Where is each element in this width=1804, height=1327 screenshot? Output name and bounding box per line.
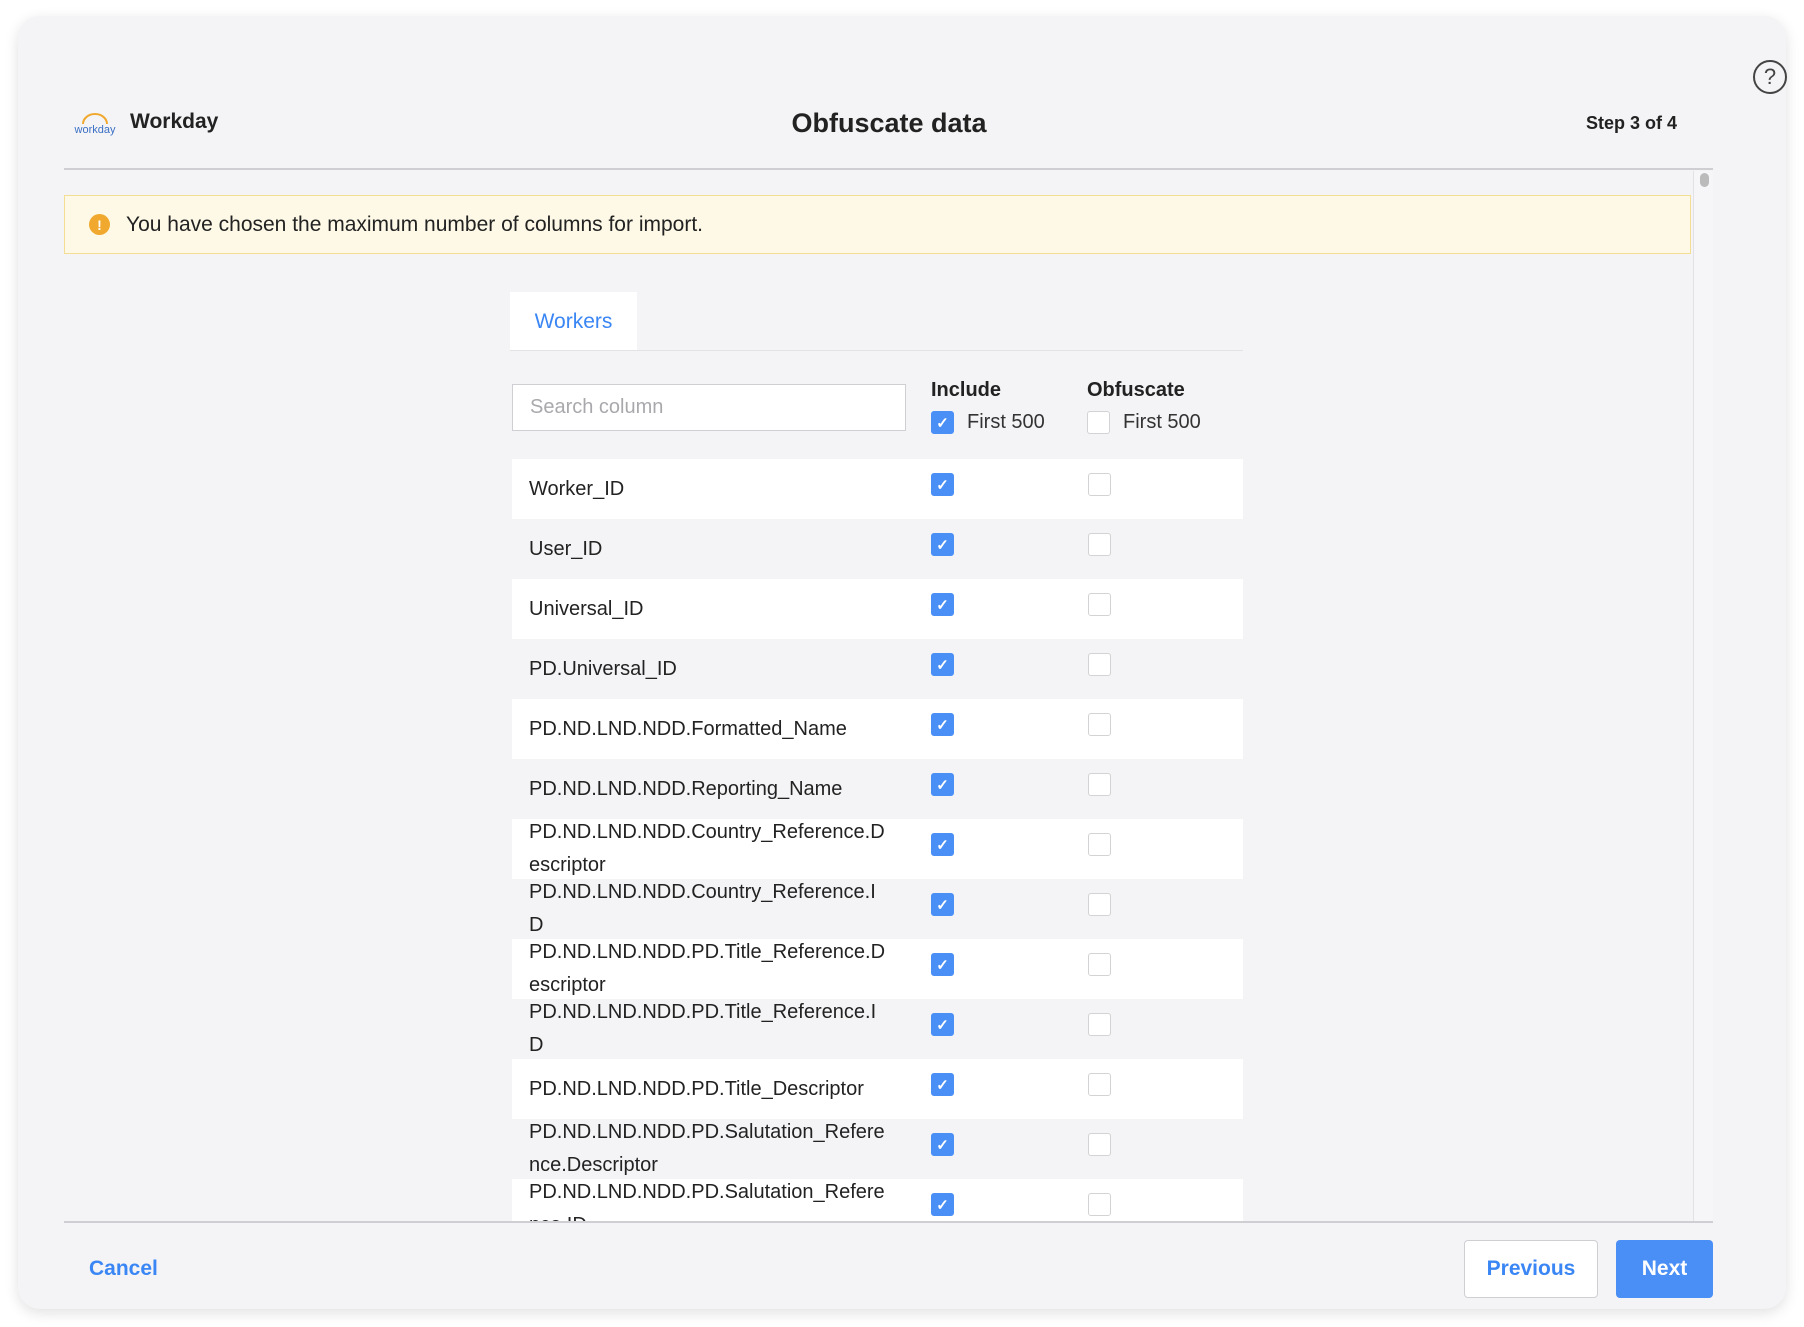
include-checkbox[interactable]: ✓ — [931, 833, 954, 856]
page-title: Obfuscate data — [791, 108, 987, 138]
wizard-dialog: ? workday Workday Obfuscate data Step 3 … — [18, 16, 1787, 1309]
question-circle-icon[interactable]: ? — [1753, 60, 1787, 94]
obfuscate-header: Obfuscate — [1087, 379, 1185, 401]
column-name: PD.ND.LND.NDD.PD.Title_Reference.Descrip… — [529, 941, 886, 996]
include-first-500-checkbox[interactable]: ✓ — [931, 411, 954, 434]
scrollbar[interactable] — [1693, 171, 1713, 1221]
column-row: PD.ND.LND.NDD.Country_Reference.ID ✓ — [512, 879, 1243, 939]
include-checkbox[interactable]: ✓ — [931, 1193, 954, 1216]
step-indicator: Step 3 of 4 — [1585, 113, 1677, 133]
include-checkbox[interactable]: ✓ — [931, 473, 954, 496]
include-checkbox[interactable]: ✓ — [931, 953, 954, 976]
column-row: Worker_ID ✓ — [512, 459, 1243, 519]
include-checkbox[interactable]: ✓ — [931, 773, 954, 796]
search-column-input[interactable] — [512, 384, 906, 431]
column-row: PD.ND.LND.NDD.PD.Title_Reference.ID ✓ — [512, 999, 1243, 1059]
warning-banner: ! You have chosen the maximum number of … — [64, 195, 1691, 254]
obfuscate-checkbox[interactable] — [1088, 1073, 1111, 1096]
include-first-500-label: First 500 — [967, 411, 1045, 433]
obfuscate-first-500-label: First 500 — [1123, 411, 1201, 433]
obfuscate-checkbox[interactable] — [1088, 1193, 1111, 1216]
scrollbar-thumb[interactable] — [1700, 173, 1709, 187]
obfuscate-checkbox[interactable] — [1088, 1013, 1111, 1036]
column-row: PD.ND.LND.NDD.PD.Salutation_Reference.ID… — [512, 1179, 1243, 1221]
column-row: PD.ND.LND.NDD.PD.Salutation_Reference.De… — [512, 1119, 1243, 1179]
include-header: Include — [931, 379, 1002, 401]
column-row: PD.ND.LND.NDD.Formatted_Name ✓ — [512, 699, 1243, 759]
obfuscate-checkbox[interactable] — [1088, 653, 1111, 676]
column-list: Worker_ID ✓ User_ID ✓ Universal_ID ✓ PD.… — [512, 459, 1243, 1221]
column-name: Worker_ID — [529, 477, 625, 500]
next-button[interactable]: Next — [1616, 1240, 1713, 1298]
include-checkbox[interactable]: ✓ — [931, 653, 954, 676]
column-name: PD.ND.LND.NDD.PD.Title_Descriptor — [529, 1077, 864, 1100]
column-name: Universal_ID — [529, 597, 644, 620]
column-name: PD.Universal_ID — [529, 657, 677, 680]
include-checkbox[interactable]: ✓ — [931, 1133, 954, 1156]
obfuscate-checkbox[interactable] — [1088, 533, 1111, 556]
column-name: PD.ND.LND.NDD.PD.Salutation_Reference.De… — [529, 1121, 885, 1176]
tab-workers[interactable]: Workers — [510, 292, 637, 351]
column-name: PD.ND.LND.NDD.Reporting_Name — [529, 777, 843, 800]
warning-icon: ! — [89, 214, 110, 235]
obfuscate-checkbox[interactable] — [1088, 833, 1111, 856]
obfuscate-checkbox[interactable] — [1088, 473, 1111, 496]
obfuscate-checkbox[interactable] — [1088, 713, 1111, 736]
include-checkbox[interactable]: ✓ — [931, 1073, 954, 1096]
include-checkbox[interactable]: ✓ — [931, 593, 954, 616]
footer-divider — [64, 1221, 1713, 1223]
obfuscate-checkbox[interactable] — [1088, 893, 1111, 916]
previous-button[interactable]: Previous — [1464, 1240, 1598, 1298]
column-row: Universal_ID ✓ — [512, 579, 1243, 639]
column-row: User_ID ✓ — [512, 519, 1243, 579]
column-row: PD.ND.LND.NDD.PD.Title_Descriptor ✓ — [512, 1059, 1243, 1119]
column-row: PD.Universal_ID ✓ — [512, 639, 1243, 699]
header-divider — [64, 168, 1713, 170]
column-row: PD.ND.LND.NDD.Country_Reference.Descript… — [512, 819, 1243, 879]
include-checkbox[interactable]: ✓ — [931, 533, 954, 556]
include-checkbox[interactable]: ✓ — [931, 713, 954, 736]
tab-divider — [510, 350, 1243, 351]
cancel-button[interactable]: Cancel — [89, 1257, 158, 1281]
obfuscate-checkbox[interactable] — [1088, 953, 1111, 976]
warning-message: You have chosen the maximum number of co… — [126, 212, 703, 236]
column-name: PD.ND.LND.NDD.PD.Salutation_Reference.ID — [529, 1181, 885, 1221]
column-name: PD.ND.LND.NDD.PD.Title_Reference.ID — [529, 1001, 877, 1056]
obfuscate-checkbox[interactable] — [1088, 773, 1111, 796]
column-row: PD.ND.LND.NDD.Reporting_Name ✓ — [512, 759, 1243, 819]
column-name: PD.ND.LND.NDD.Formatted_Name — [529, 717, 847, 740]
include-checkbox[interactable]: ✓ — [931, 893, 954, 916]
column-name: PD.ND.LND.NDD.Country_Reference.ID — [529, 881, 876, 936]
include-checkbox[interactable]: ✓ — [931, 1013, 954, 1036]
obfuscate-first-500[interactable]: First 500 — [1087, 411, 1201, 434]
obfuscate-checkbox[interactable] — [1088, 593, 1111, 616]
obfuscate-first-500-checkbox[interactable] — [1087, 411, 1110, 434]
column-name: User_ID — [529, 537, 603, 560]
column-row: PD.ND.LND.NDD.PD.Title_Reference.Descrip… — [512, 939, 1243, 999]
column-name: PD.ND.LND.NDD.Country_Reference.Descript… — [529, 821, 885, 876]
obfuscate-checkbox[interactable] — [1088, 1133, 1111, 1156]
include-first-500[interactable]: ✓ First 500 — [931, 411, 1045, 434]
